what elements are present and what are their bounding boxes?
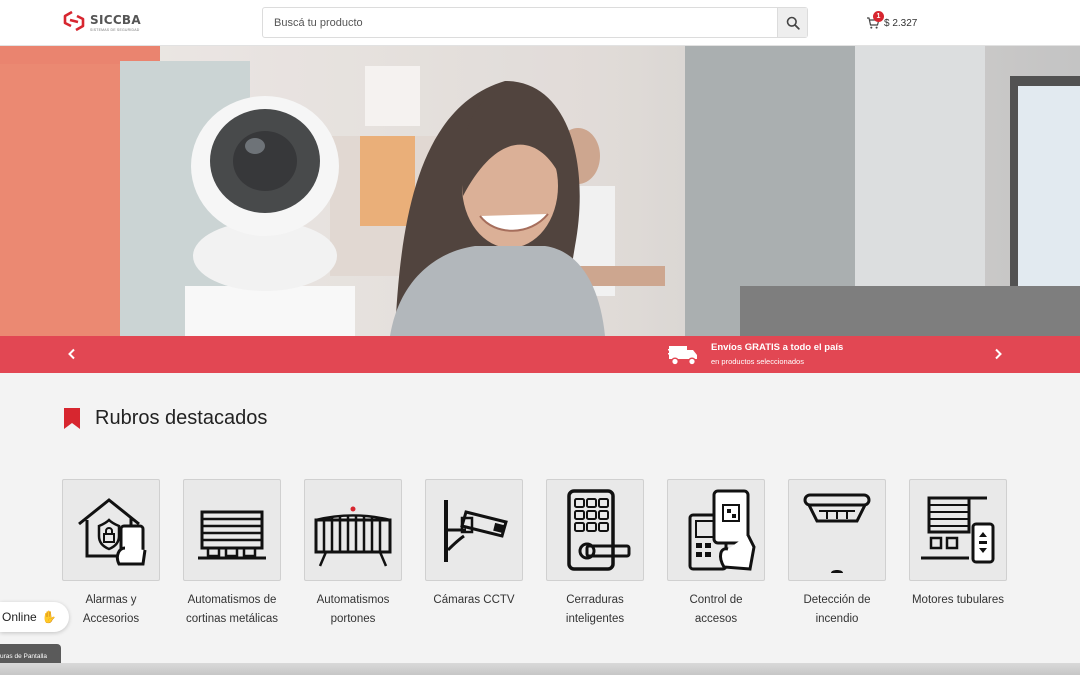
cctv-camera-icon [444,500,508,562]
category-label: Cerraduras inteligentes [565,594,625,625]
logo-tagline: SISTEMAS DE SEGURIDAD [90,28,140,32]
category-label: Cámaras CCTV [433,594,515,606]
category-card-accesos[interactable]: Control de accesos [667,479,765,629]
promo-bar: Envíos GRATIS a todo el país en producto… [0,336,1080,373]
cart-count-badge: 1 [873,11,884,22]
cart-button[interactable]: 1 $ 2.327 [866,11,918,32]
logo-mark-icon [63,10,85,32]
category-card-alarmas[interactable]: Alarmas y Accesorios [62,479,160,629]
promo-subtitle: en productos seleccionados [711,357,804,366]
carousel-prev-button[interactable] [64,346,80,362]
search-icon [786,16,800,30]
promo-message: Envíos GRATIS a todo el país en producto… [668,342,843,368]
hero-banner-image[interactable] [0,46,1080,336]
online-chat-button[interactable]: Online ✋ [0,602,69,632]
chevron-right-icon [995,348,1002,360]
tubular-motor-icon [921,496,995,564]
rolling-shutter-icon [198,510,266,560]
category-label: Alarmas y Accesorios [82,594,140,625]
category-label: Automatismos de cortinas metálicas [185,594,279,625]
site-header: SICCBA SISTEMAS DE SEGURIDAD 1 $ 2.327 [0,0,1080,46]
search-button[interactable] [777,8,807,37]
access-control-icon [688,489,756,571]
category-label: Motores tubulares [911,594,1005,606]
delivery-truck-icon [668,346,697,366]
capture-label: uras de Pantalla [0,653,47,660]
smoke-detector-icon [803,493,871,573]
gate-icon [314,506,392,567]
search-bar [262,7,808,38]
house-alarm-phone-icon [78,498,147,566]
category-list: Alarmas y Accesorios Automatismos de cor… [62,479,1022,639]
category-card-camaras[interactable]: Cámaras CCTV [425,479,523,610]
category-card-cortinas[interactable]: Automatismos de cortinas metálicas [183,479,281,629]
hero-photo [0,46,1080,336]
category-label: Detección de incendio [803,594,871,625]
carousel-next-button[interactable] [990,346,1006,362]
category-card-motores[interactable]: Motores tubulares [909,479,1007,610]
logo[interactable]: SICCBA SISTEMAS DE SEGURIDAD [62,10,141,36]
category-label: Control de accesos [689,594,743,625]
cart-total: $ 2.327 [884,17,918,29]
online-label: Online [2,610,37,624]
category-card-portones[interactable]: Automatismos portones [304,479,402,629]
smart-lock-icon [567,489,631,571]
next-section-edge [0,663,1080,675]
logo-name: SICCBA [90,13,141,27]
section-title: Rubros destacados [95,407,268,429]
category-card-incendio[interactable]: Detección de incendio [788,479,886,629]
category-card-cerraduras[interactable]: Cerraduras inteligentes [546,479,644,629]
search-input[interactable] [263,8,777,37]
featured-categories-heading: Rubros destacados [64,407,267,430]
waving-hand-icon: ✋ [41,610,57,624]
promo-title: Envíos GRATIS a todo el país [711,342,844,353]
bookmark-icon [64,407,80,429]
chevron-left-icon [68,348,75,360]
category-label: Automatismos portones [316,594,390,625]
